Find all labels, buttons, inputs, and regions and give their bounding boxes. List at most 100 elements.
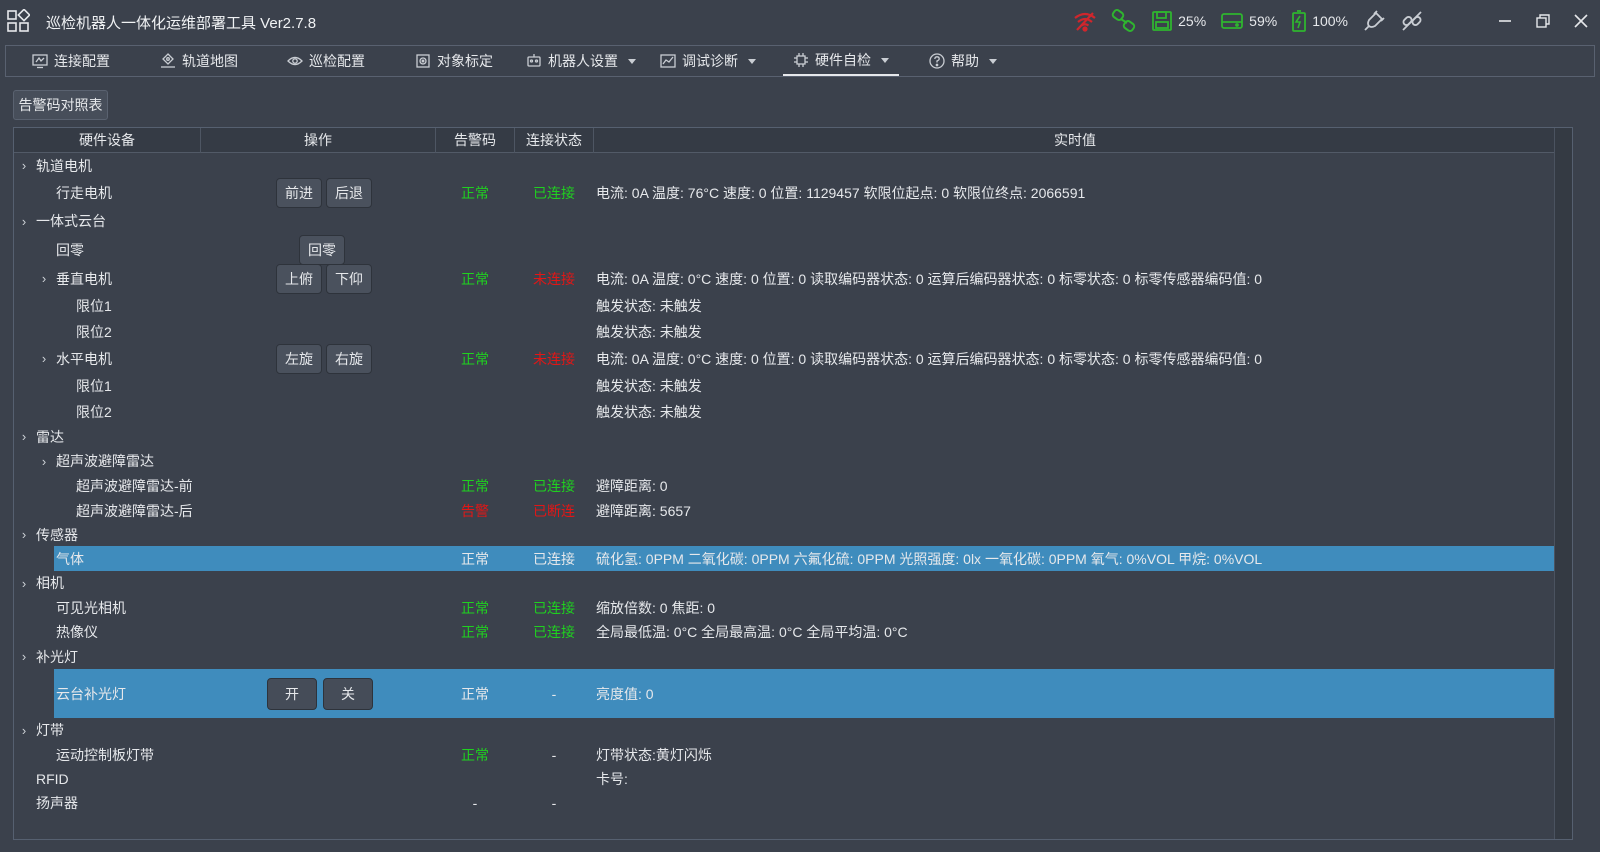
- chevron-down-icon: [628, 58, 636, 64]
- restore-button[interactable]: [1524, 4, 1562, 38]
- device-name: 行走电机: [56, 185, 112, 201]
- operation-button[interactable]: 回零: [299, 234, 345, 265]
- table-row[interactable]: › 灯带: [14, 718, 1556, 742]
- title-bar: 巡检机器人一体化运维部署工具 Ver2.7.8 25% 59% 100%: [0, 0, 1600, 42]
- hardware-table: 硬件设备 操作 告警码 连接状态 实时值 › 轨道电机 行走电机 前进 后退 正常 已连接电…: [13, 127, 1573, 840]
- expand-arrow-icon[interactable]: ›: [18, 424, 30, 449]
- minimize-button[interactable]: [1486, 4, 1524, 38]
- table-row[interactable]: › 雷达: [14, 424, 1556, 449]
- expand-arrow-icon[interactable]: ›: [18, 644, 30, 669]
- table-row[interactable]: › 垂直电机 上俯 下仰 正常 未连接 电流: 0A 温度: 0°C 速度: 0 位置: 0…: [14, 263, 1556, 294]
- device-name: 雷达: [36, 428, 64, 445]
- table-row[interactable]: › 相机: [14, 571, 1556, 595]
- operation-button[interactable]: 左旋: [276, 343, 322, 374]
- column-header-operation: 操作: [201, 128, 436, 153]
- wifi-disconnected-icon: [1074, 12, 1096, 32]
- tab-robot-settings[interactable]: 机器人设置: [526, 46, 636, 76]
- connection-status: -: [551, 746, 557, 763]
- device-name: 可见光相机: [56, 599, 126, 616]
- table-row[interactable]: › 水平电机 左旋 右旋 正常 未连接 电流: 0A 温度: 0°C 速度: 0 位置: 0…: [14, 343, 1556, 374]
- operation-button[interactable]: 前进: [276, 178, 322, 208]
- table-row[interactable]: 行走电机 前进 后退 正常 已连接 电流: 0A 温度: 76°C 速度: 0 位置: 1…: [14, 178, 1556, 208]
- restore-icon: [1536, 14, 1550, 28]
- help-icon: [929, 53, 945, 69]
- expand-arrow-icon[interactable]: ›: [18, 571, 30, 595]
- operation-button[interactable]: 开: [267, 677, 317, 710]
- table-row[interactable]: RFID 卡号:: [14, 767, 1556, 791]
- close-button[interactable]: [1562, 4, 1600, 38]
- table-row[interactable]: 气体 正常 已连接 硫化氢: 0PPM 二氧化碳: 0PPM 六氟化硫: 0PPM 光…: [14, 546, 1556, 571]
- tab-label: 帮助: [951, 53, 979, 69]
- expand-arrow-icon[interactable]: ›: [38, 264, 50, 293]
- table-row[interactable]: › 超声波避障雷达: [14, 449, 1556, 473]
- operation-button[interactable]: 右旋: [326, 343, 372, 374]
- table-row[interactable]: 超声波避障雷达-前 正常 已连接 避障距离: 0: [14, 473, 1556, 498]
- tab-object-calibration[interactable]: 对象标定: [415, 46, 493, 76]
- table-row[interactable]: 限位1 触发状态: 未触发: [14, 373, 1556, 399]
- realtime-value: 避障距离: 0: [596, 477, 668, 494]
- table-row[interactable]: 运动控制板灯带 正常 - 灯带状态:黄灯闪烁: [14, 742, 1556, 767]
- expand-arrow-icon[interactable]: ›: [18, 153, 30, 178]
- memory-status: 59%: [1220, 10, 1277, 32]
- expand-arrow-icon[interactable]: ›: [18, 718, 30, 742]
- chart-icon: [660, 54, 676, 68]
- disconnect-icon[interactable]: [1400, 9, 1424, 33]
- device-name: 灯带: [36, 722, 64, 738]
- table-row[interactable]: › 轨道电机: [14, 153, 1556, 178]
- operation-button[interactable]: 关: [323, 677, 373, 710]
- expand-arrow-icon[interactable]: ›: [38, 344, 50, 373]
- operation-button[interactable]: 下仰: [326, 263, 372, 294]
- expand-arrow-icon[interactable]: ›: [38, 449, 50, 473]
- device-name: 传感器: [36, 526, 78, 543]
- alarm-status: -: [472, 795, 478, 811]
- alarm-status: 正常: [461, 350, 489, 367]
- connection-status: 已连接: [533, 185, 575, 201]
- vertical-scrollbar[interactable]: [1554, 128, 1572, 839]
- expand-arrow-icon[interactable]: ›: [18, 207, 30, 235]
- table-row[interactable]: 扬声器 - -: [14, 791, 1556, 815]
- realtime-value: 全局最低温: 0°C 全局最高温: 0°C 全局平均温: 0°C: [596, 624, 908, 640]
- plug-icon[interactable]: [1362, 9, 1386, 33]
- tab-help[interactable]: 帮助: [929, 46, 997, 76]
- tab-connection-config[interactable]: 连接配置: [32, 46, 110, 76]
- tab-inspection-config[interactable]: 巡检配置: [287, 46, 365, 76]
- table-row[interactable]: 热像仪 正常 已连接 全局最低温: 0°C 全局最高温: 0°C 全局平均温: 0°C: [14, 620, 1556, 644]
- save-disk-icon: [1152, 11, 1173, 31]
- tab-debug-diagnostics[interactable]: 调试诊断: [660, 46, 756, 76]
- minimize-icon: [1499, 20, 1511, 22]
- operation-button[interactable]: 上俯: [276, 263, 322, 294]
- table-row[interactable]: 限位1 触发状态: 未触发: [14, 293, 1556, 319]
- connection-status: 已连接: [533, 550, 575, 567]
- table-row[interactable]: 回零 回零: [14, 234, 1556, 265]
- tab-track-map[interactable]: 轨道地图: [160, 46, 238, 76]
- monitor-icon: [32, 54, 48, 69]
- alarm-status: 正常: [461, 599, 489, 616]
- storage-status: 25%: [1151, 10, 1206, 32]
- expand-arrow-icon[interactable]: ›: [18, 523, 30, 546]
- device-name: RFID: [36, 771, 69, 787]
- table-row[interactable]: 超声波避障雷达-后 告警 已断连 避障距离: 5657: [14, 498, 1556, 523]
- realtime-value: 触发状态: 未触发: [596, 378, 702, 394]
- table-row[interactable]: 云台补光灯 开关 正常 - 亮度值: 0: [14, 669, 1556, 718]
- connection-status: -: [551, 795, 557, 811]
- table-row[interactable]: › 补光灯: [14, 644, 1556, 669]
- table-row[interactable]: 限位2 触发状态: 未触发: [14, 319, 1556, 344]
- table-row[interactable]: 可见光相机 正常 已连接 缩放倍数: 0 焦距: 0: [14, 595, 1556, 620]
- table-row[interactable]: › 一体式云台: [14, 207, 1556, 235]
- hard-drive-icon: [1221, 13, 1244, 29]
- tab-hardware-selftest[interactable]: 硬件自检: [783, 46, 899, 76]
- operation-button[interactable]: 后退: [326, 178, 372, 208]
- table-row[interactable]: 限位2 触发状态: 未触发: [14, 399, 1556, 424]
- tab-label: 连接配置: [54, 53, 110, 69]
- connection-status: 未连接: [533, 350, 575, 367]
- alarm-code-table-button[interactable]: 告警码对照表: [13, 90, 108, 120]
- column-header-realtime-value: 实时值: [1054, 132, 1096, 148]
- tab-label: 对象标定: [437, 53, 493, 69]
- table-row[interactable]: › 传感器: [14, 523, 1556, 546]
- realtime-value: 触发状态: 未触发: [596, 323, 702, 340]
- operation-buttons: 前进 后退: [276, 178, 372, 208]
- device-name: 超声波避障雷达-前: [76, 477, 193, 494]
- tab-label: 轨道地图: [182, 53, 238, 69]
- battery-value: 100%: [1312, 13, 1348, 29]
- link-icon: [1111, 9, 1136, 32]
